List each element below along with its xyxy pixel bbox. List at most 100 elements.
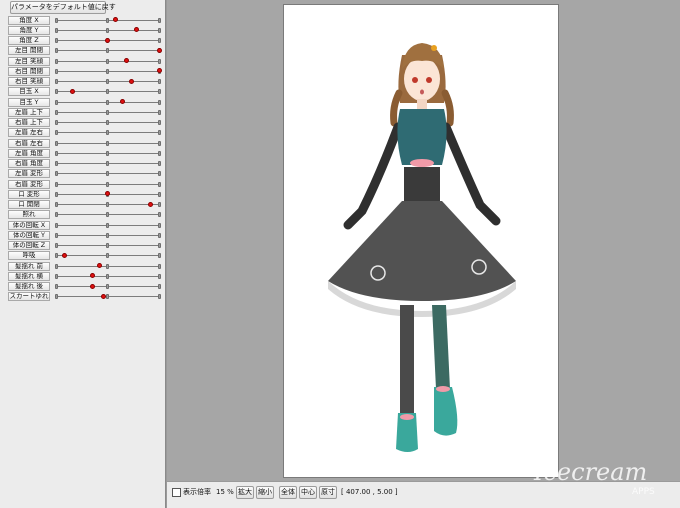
- slider-tick: [54, 58, 58, 64]
- reset-parameters-button[interactable]: パラメータをデフォルト値に戻す: [10, 1, 116, 14]
- param-label[interactable]: 体の回転 Z: [8, 241, 50, 250]
- slider-tick: [106, 140, 109, 146]
- param-slider-knob[interactable]: [148, 201, 154, 207]
- fit-all-button[interactable]: 全体: [279, 486, 297, 499]
- param-row: 体の回転 X: [0, 220, 165, 230]
- slider-tick: [54, 243, 58, 248]
- center-button[interactable]: 中心: [299, 486, 317, 499]
- slider-tick: [157, 89, 161, 95]
- param-slider-knob[interactable]: [120, 99, 126, 104]
- slider-tick: [54, 171, 58, 177]
- param-label[interactable]: 髪揺れ 後: [8, 282, 50, 291]
- param-slider-knob[interactable]: [123, 58, 129, 63]
- param-row: 髪揺れ 前: [0, 261, 165, 271]
- param-label[interactable]: 口 変形: [8, 189, 50, 199]
- slider-tick: [106, 284, 109, 289]
- slider-tick: [157, 120, 161, 125]
- slider-tick: [157, 191, 161, 197]
- param-label[interactable]: 角度 Z: [8, 36, 50, 45]
- param-slider-knob[interactable]: [105, 191, 110, 197]
- param-row: 髪揺れ 横: [0, 271, 165, 281]
- param-label[interactable]: 照れ: [8, 210, 50, 220]
- slider-tick: [106, 120, 109, 125]
- param-label[interactable]: 左眉 左右: [8, 128, 50, 138]
- slider-tick: [106, 58, 109, 64]
- param-slider-knob[interactable]: [89, 283, 95, 289]
- param-slider-knob[interactable]: [156, 68, 162, 74]
- slider-tick: [54, 284, 58, 289]
- param-label[interactable]: 左眉 角度: [8, 148, 50, 158]
- slider-tick: [106, 212, 109, 218]
- slider-tick: [54, 130, 58, 136]
- param-row: 左目 笑顔: [0, 56, 165, 66]
- slider-tick: [106, 202, 109, 207]
- slider-tick: [106, 89, 109, 95]
- zoom-out-button[interactable]: 縮小: [256, 486, 274, 499]
- slider-tick: [157, 181, 161, 187]
- slider-tick: [54, 294, 58, 300]
- param-slider-knob[interactable]: [89, 273, 95, 279]
- show-zoom-checkbox[interactable]: [172, 488, 181, 497]
- slider-tick: [54, 109, 58, 115]
- param-slider-knob[interactable]: [105, 37, 110, 43]
- arm-left: [343, 122, 403, 230]
- param-row: 左目 開閉: [0, 46, 165, 56]
- coordinate-readout: [ 407.00 , 5.00 ]: [341, 488, 398, 496]
- param-slider-knob[interactable]: [128, 78, 134, 84]
- param-slider-knob[interactable]: [156, 47, 162, 53]
- param-row: 右眉 変形: [0, 179, 165, 189]
- model-canvas[interactable]: [283, 4, 559, 478]
- param-label[interactable]: 右眉 左右: [8, 138, 50, 148]
- slider-tick: [54, 99, 58, 105]
- param-label[interactable]: 右眉 変形: [8, 179, 50, 189]
- param-label[interactable]: 右眉 角度: [8, 159, 50, 168]
- slider-tick: [106, 171, 109, 177]
- param-label[interactable]: 体の回転 X: [8, 220, 50, 230]
- leg-right: [432, 305, 450, 389]
- slider-tick: [106, 161, 109, 166]
- param-row: 目玉 Y: [0, 97, 165, 107]
- slider-tick: [157, 38, 161, 43]
- slider-tick: [157, 243, 161, 248]
- param-label[interactable]: 体の回転 Y: [8, 230, 50, 240]
- slider-tick: [106, 243, 109, 248]
- param-label[interactable]: 角度 Y: [8, 25, 50, 35]
- slider-tick: [54, 273, 58, 279]
- param-label[interactable]: 右目 開閉: [8, 66, 50, 76]
- param-label[interactable]: スカートゆれ: [8, 292, 50, 302]
- canvas-area[interactable]: [167, 0, 680, 481]
- bow: [410, 159, 434, 167]
- shoe-bow-right: [436, 386, 450, 392]
- param-slider-knob[interactable]: [69, 88, 75, 94]
- slider-tick: [106, 17, 109, 23]
- param-label[interactable]: 左眉 上下: [8, 107, 50, 117]
- slider-tick: [54, 181, 58, 187]
- slider-tick: [157, 17, 161, 23]
- param-slider-knob[interactable]: [113, 17, 119, 22]
- param-label[interactable]: 右目 笑顔: [8, 77, 50, 86]
- slider-tick: [157, 273, 161, 279]
- param-label[interactable]: 呼吸: [8, 251, 50, 261]
- param-slider-knob[interactable]: [61, 252, 67, 258]
- param-label[interactable]: 左目 開閉: [8, 46, 50, 56]
- param-label[interactable]: 左眉 変形: [8, 169, 50, 179]
- param-label[interactable]: 右眉 上下: [8, 118, 50, 127]
- parameter-panel: パラメータをデフォルト値に戻す 角度 X 角度 Y 角度 Z 左目 開閉 左目 笑顔 右目…: [0, 0, 166, 508]
- slider-tick: [54, 48, 58, 54]
- param-label[interactable]: 目玉 Y: [8, 97, 50, 107]
- param-label[interactable]: 口 開閉: [8, 200, 50, 209]
- actual-size-button[interactable]: 原寸: [319, 486, 337, 499]
- param-label[interactable]: 髪揺れ 前: [8, 261, 50, 271]
- slider-tick: [106, 79, 109, 84]
- param-label[interactable]: 目玉 X: [8, 87, 50, 97]
- slider-tick: [54, 68, 58, 74]
- param-label[interactable]: 左目 笑顔: [8, 56, 50, 66]
- slider-tick: [54, 89, 58, 95]
- param-label[interactable]: 髪揺れ 横: [8, 271, 50, 281]
- param-slider-knob[interactable]: [96, 263, 102, 268]
- param-slider-knob[interactable]: [100, 293, 106, 299]
- param-slider-knob[interactable]: [133, 27, 139, 33]
- param-label[interactable]: 角度 X: [8, 15, 50, 25]
- zoom-in-button[interactable]: 拡大: [236, 486, 254, 499]
- slider-tick: [54, 191, 58, 197]
